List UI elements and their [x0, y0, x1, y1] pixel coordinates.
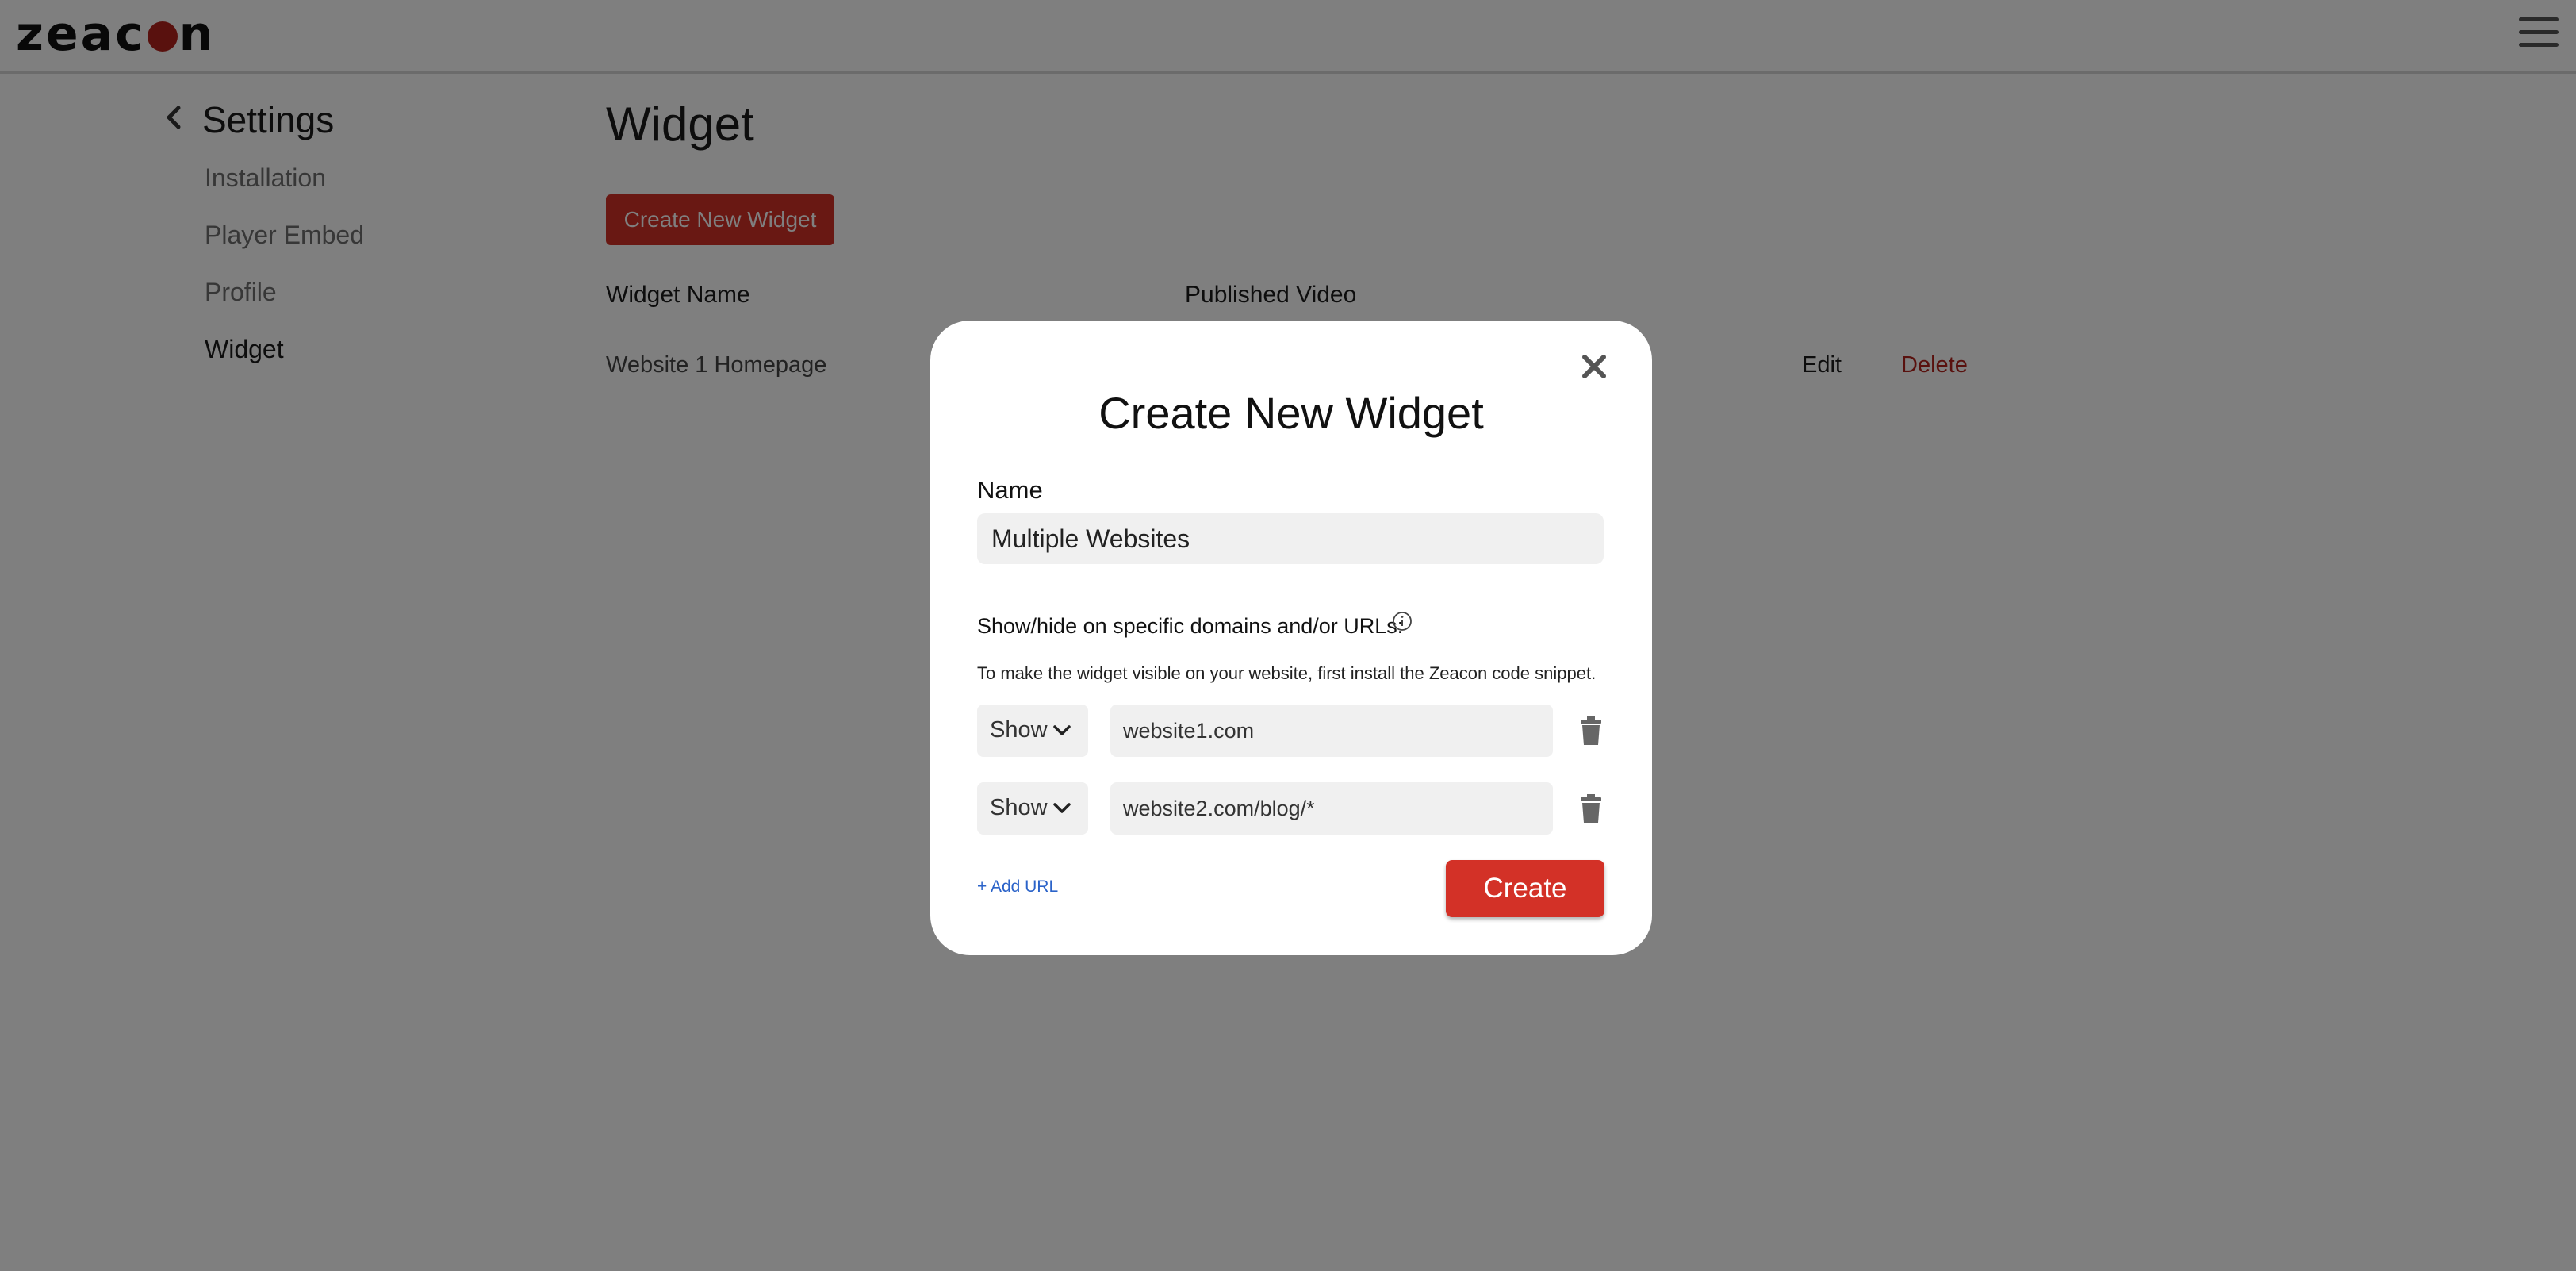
modal-title: Create New Widget [1098, 388, 1484, 438]
select-value: Show [990, 717, 1048, 743]
url-rules-label: Show/hide on specific domains and/or URL… [977, 614, 1404, 638]
helper-text: To make the widget visible on your websi… [977, 663, 1597, 683]
chevron-down-icon [1053, 725, 1071, 735]
add-url-link[interactable]: + Add URL [977, 877, 1058, 897]
show-hide-select[interactable]: Show [977, 782, 1088, 835]
show-hide-select[interactable]: Show [977, 705, 1088, 757]
close-icon[interactable] [1577, 349, 1612, 384]
url-input[interactable] [1110, 705, 1553, 757]
select-value: Show [990, 795, 1048, 820]
create-button[interactable]: Create [1446, 860, 1604, 917]
trash-icon[interactable] [1581, 716, 1601, 745]
url-rule-row: Show [977, 705, 1612, 757]
name-label: Name [977, 476, 1043, 504]
url-rule-row: Show [977, 782, 1612, 835]
info-icon[interactable] [1392, 611, 1413, 632]
create-widget-modal: Create New Widget Name Show/hide on spec… [930, 321, 1652, 955]
url-input[interactable] [1110, 782, 1553, 835]
widget-name-input[interactable] [977, 513, 1604, 564]
chevron-down-icon [1053, 803, 1071, 813]
trash-icon[interactable] [1581, 794, 1601, 823]
